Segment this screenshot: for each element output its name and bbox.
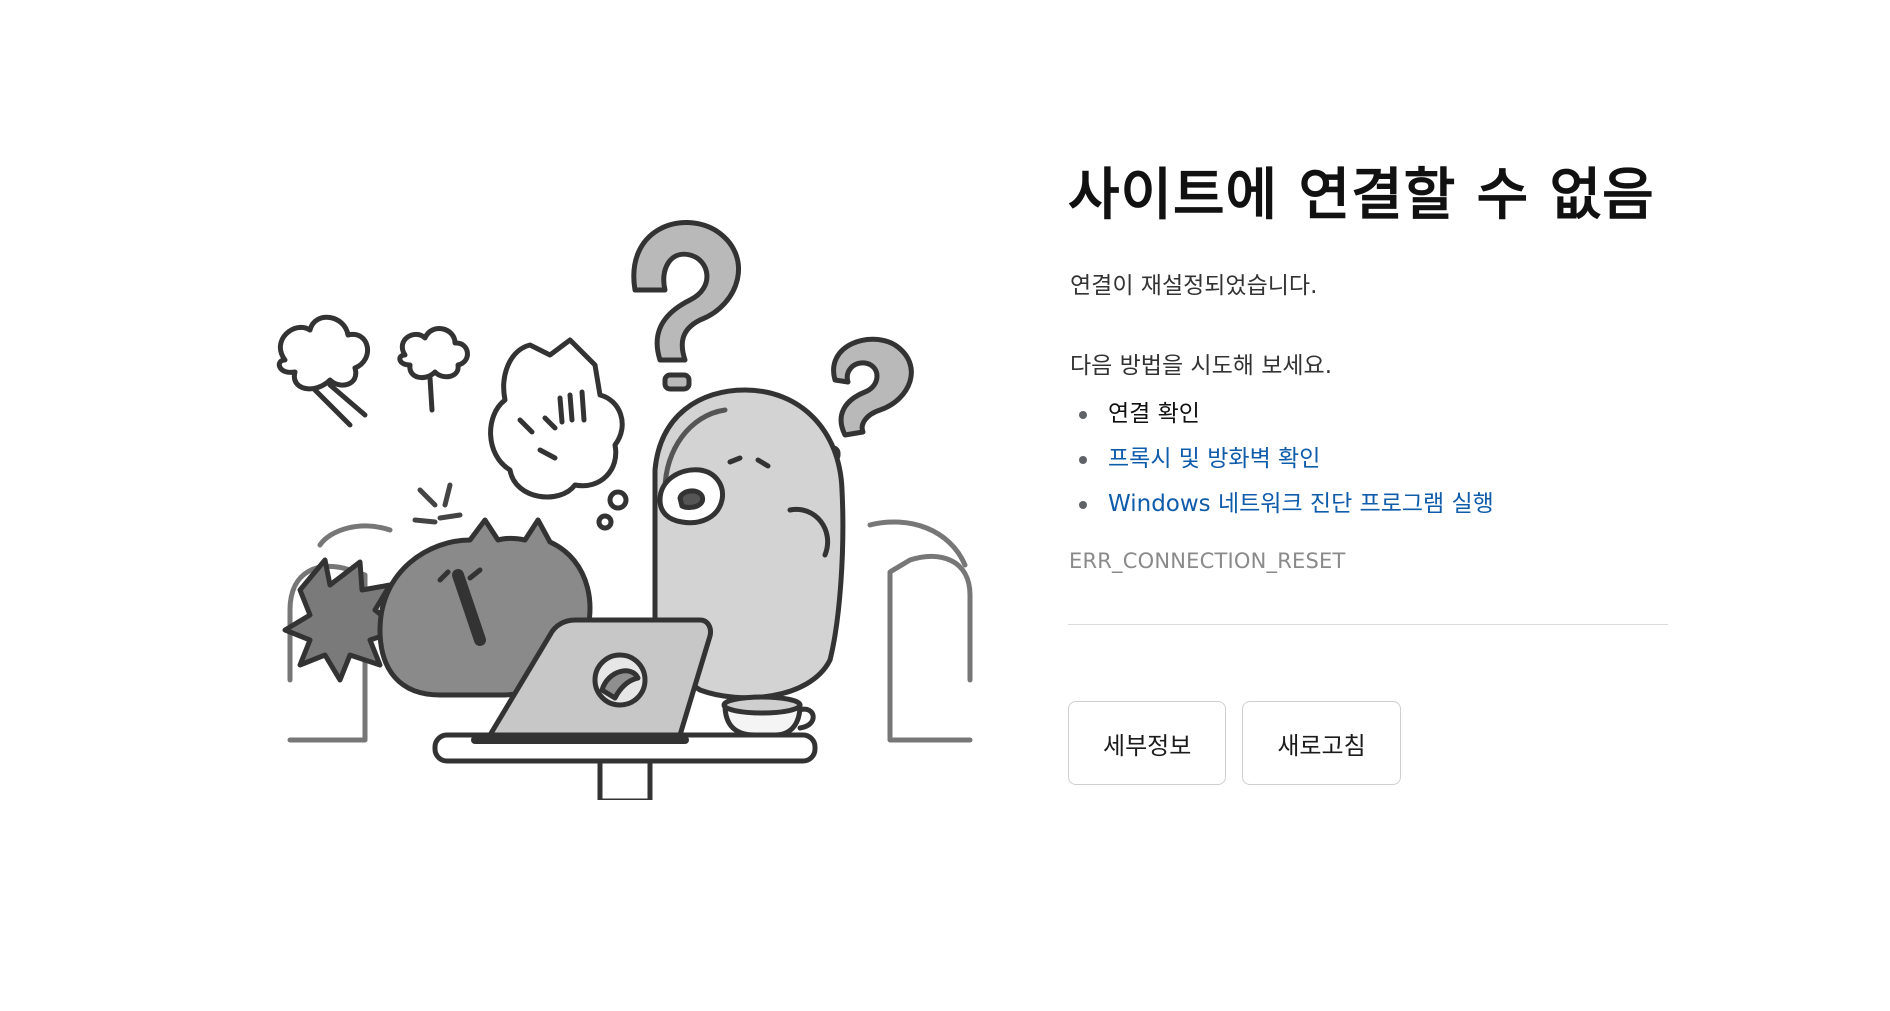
refresh-button[interactable]: 새로고침 (1242, 701, 1401, 785)
action-buttons: 세부정보 새로고침 (1068, 701, 1678, 785)
bullet-icon (1079, 456, 1087, 464)
suggestions-heading: 다음 방법을 시도해 보세요. (1070, 353, 1333, 379)
steam-puff-right (397, 326, 470, 381)
page-title: 사이트에 연결할 수 없음 (1068, 163, 1655, 228)
error-message: 연결이 재설정되었습니다. (1070, 273, 1318, 299)
confused-characters-illustration (276, 220, 973, 800)
suggestion-network-diagnostics: Windows 네트워크 진단 프로그램 실행 (1068, 488, 1678, 520)
suggestion-check-proxy-firewall: 프록시 및 방화벽 확인 (1068, 443, 1678, 475)
suggestions-list: 연결 확인 프록시 및 방화벽 확인 Windows 네트워크 진단 프로그램 … (1068, 398, 1678, 520)
suggestion-check-connection: 연결 확인 (1068, 398, 1678, 430)
network-diagnostics-link[interactable]: Windows 네트워크 진단 프로그램 실행 (1108, 491, 1494, 517)
question-mark-large (631, 220, 742, 363)
error-page: 사이트에 연결할 수 없음 연결이 재설정되었습니다. 다음 방법을 시도해 보… (0, 0, 1890, 1011)
error-content: 사이트에 연결할 수 없음 연결이 재설정되었습니다. 다음 방법을 시도해 보… (1068, 158, 1678, 785)
check-proxy-firewall-link[interactable]: 프록시 및 방화벽 확인 (1108, 446, 1320, 472)
sofa-right (887, 553, 973, 683)
error-code: ERR_CONNECTION_RESET (1069, 549, 1346, 573)
divider (1068, 624, 1668, 625)
thought-bubble (488, 337, 625, 500)
suggestion-label: 연결 확인 (1108, 401, 1200, 427)
bullet-icon (1079, 501, 1087, 509)
bullet-icon (1079, 411, 1087, 419)
question-mark-small (831, 336, 914, 438)
details-button[interactable]: 세부정보 (1068, 701, 1227, 785)
steam-puff-left (276, 314, 371, 392)
